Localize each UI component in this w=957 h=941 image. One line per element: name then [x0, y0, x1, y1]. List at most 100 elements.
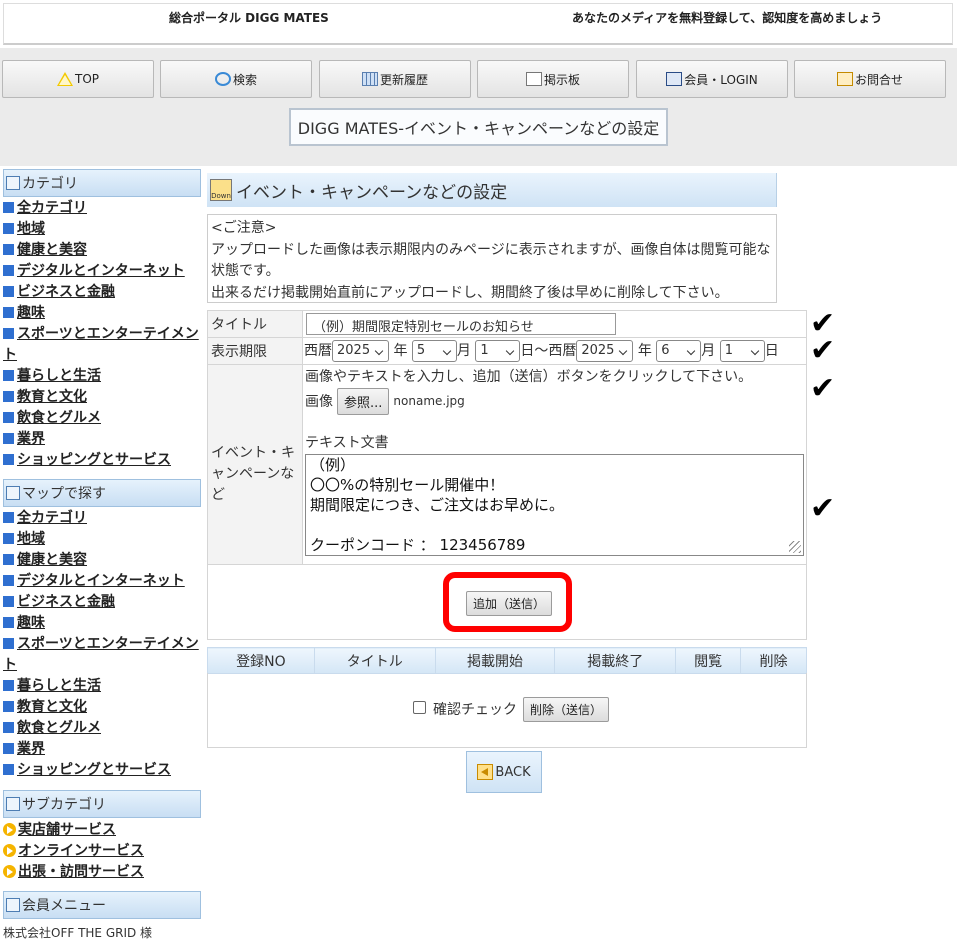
bullet-icon	[3, 370, 14, 381]
sidebar-item[interactable]: オンラインサービス	[3, 841, 203, 862]
arrow-right-icon	[3, 823, 16, 836]
mail-icon	[836, 72, 853, 86]
notice-line: アップロードした画像は表示期限内のみページに表示されますが、画像自体は閲覧可能な	[211, 241, 771, 258]
bullet-icon	[3, 307, 14, 318]
nav-label: 検索	[232, 72, 257, 87]
nav-board-button[interactable]: 掲示板	[477, 60, 629, 98]
bullet-icon	[3, 575, 14, 586]
sidebar-item[interactable]: 全カテゴリ	[3, 508, 203, 529]
back-button[interactable]: BACK	[466, 751, 542, 793]
nav-label: 更新履歴	[379, 72, 428, 87]
nav-label: TOP	[74, 72, 99, 86]
tree-icon	[6, 176, 20, 190]
bullet-icon	[3, 286, 14, 297]
sidebar-item[interactable]: 健康と美容	[3, 240, 203, 261]
bullet-icon	[3, 764, 14, 775]
bullet-icon	[3, 244, 14, 255]
column-header: 掲載終了	[554, 647, 677, 674]
sidebar-item[interactable]: スポーツとエンターテイメント	[3, 324, 203, 366]
sidebar-item[interactable]: 飲食とグルメ	[3, 718, 203, 739]
year-unit: 年	[393, 343, 408, 359]
confirm-checkbox[interactable]	[413, 701, 426, 714]
sidebar-map-heading: マップで探す	[3, 479, 201, 507]
sidebar-item[interactable]: ビジネスと金融	[3, 282, 203, 303]
nav-history-button[interactable]: 更新履歴	[319, 60, 471, 98]
sidebar-item[interactable]: 趣味	[3, 303, 203, 324]
nav-label: 掲示板	[543, 72, 580, 87]
bullet-icon	[3, 433, 14, 444]
page-title: DIGG MATES-イベント・キャンペーンなどの設定	[289, 108, 668, 146]
sidebar-item[interactable]: ショッピングとサービス	[3, 450, 203, 471]
bullet-icon	[3, 328, 14, 339]
sidebar-category-heading: カテゴリ	[3, 169, 201, 197]
sidebar-item[interactable]: 暮らしと生活	[3, 366, 203, 387]
instruction-text: 画像やテキストを入力し、追加（送信）ボタンをクリックして下さい。	[305, 369, 753, 385]
sidebar-item[interactable]: 業界	[3, 429, 203, 450]
month-unit: 月	[456, 343, 471, 359]
column-header: 閲覧	[675, 647, 742, 674]
back-arrow-icon	[477, 764, 494, 780]
sidebar-item[interactable]: 全カテゴリ	[3, 198, 203, 219]
registration-table: 登録NO タイトル 掲載開始 掲載終了 閲覧 削除	[207, 647, 807, 674]
notice-line: 状態です。	[211, 263, 280, 279]
sidebar-item[interactable]: 地域	[3, 529, 203, 550]
sidebar-item[interactable]: デジタルとインターネット	[3, 571, 203, 592]
nav-top-button[interactable]: TOP	[2, 60, 154, 98]
sidebar-item[interactable]: 出張・訪問サービス	[3, 862, 203, 883]
sidebar-item[interactable]: 飲食とグルメ	[3, 408, 203, 429]
sidebar-item[interactable]: 教育と文化	[3, 697, 203, 718]
event-form: タイトル （例）期間限定特別セールのお知らせ 表示期限 西暦 2025 年 5月 …	[207, 310, 807, 565]
search-icon	[214, 72, 231, 86]
column-header: 掲載開始	[434, 647, 556, 674]
end-day-select[interactable]: 1	[719, 340, 765, 362]
text-document-textarea[interactable]: （例） 〇〇%の特別セール開催中！ 期間限定につき、ご注文はお早めに。 クーポン…	[305, 454, 804, 556]
nav-label: お問合せ	[854, 72, 903, 87]
sidebar-subcategory-heading: サブカテゴリ	[3, 790, 201, 818]
end-month-select[interactable]: 6	[656, 340, 702, 362]
sidebar-item[interactable]: スポーツとエンターテイメント	[3, 634, 203, 676]
bullet-icon	[3, 391, 14, 402]
grid-icon	[361, 72, 378, 86]
nav-login-button[interactable]: 会員・LOGIN	[636, 60, 788, 98]
sidebar-item[interactable]: 教育と文化	[3, 387, 203, 408]
site-name[interactable]: 総合ポータル DIGG MATES	[169, 9, 329, 26]
bullet-icon	[3, 638, 14, 649]
sidebar-item[interactable]: 健康と美容	[3, 550, 203, 571]
sidebar-item[interactable]: 実店舗サービス	[3, 820, 203, 841]
down-icon: Down	[210, 179, 232, 201]
site-tagline: あなたのメディアを無料登録して、認知度を高めましょう	[572, 11, 883, 25]
column-header: タイトル	[313, 647, 436, 674]
confirm-label: 確認チェック	[433, 702, 517, 718]
bullet-icon	[3, 265, 14, 276]
main-nav: TOP 検索 更新履歴 掲示板 会員・LOGIN お問合せ	[2, 60, 952, 98]
sidebar-item[interactable]: 業界	[3, 739, 203, 760]
sidebar-subcategory-list: 実店舗サービス オンラインサービス 出張・訪問サービス	[3, 820, 203, 883]
member-card-icon	[666, 72, 683, 86]
bullet-icon	[3, 223, 14, 234]
nav-search-button[interactable]: 検索	[160, 60, 312, 98]
start-month-select[interactable]: 5	[411, 340, 457, 362]
resize-grip-icon[interactable]	[789, 541, 801, 553]
title-input[interactable]: （例）期間限定特別セールのお知らせ	[306, 313, 616, 335]
sidebar-item[interactable]: 暮らしと生活	[3, 676, 203, 697]
start-year-select[interactable]: 2025	[332, 340, 389, 362]
nav-contact-button[interactable]: お問合せ	[794, 60, 946, 98]
back-label: BACK	[495, 764, 531, 780]
end-year-select[interactable]: 2025	[576, 340, 634, 362]
sidebar-member-name: 株式会社OFF THE GRID 様	[3, 926, 153, 940]
sidebar-item[interactable]: ビジネスと金融	[3, 592, 203, 613]
era-label: 西暦	[304, 343, 332, 359]
sidebar-category-list: 全カテゴリ 地域 健康と美容 デジタルとインターネット ビジネスと金融 趣味 ス…	[3, 198, 203, 471]
notice-box: <ご注意> アップロードした画像は表示期限内のみページに表示されますが、画像自体…	[207, 214, 777, 303]
sidebar-item[interactable]: 地域	[3, 219, 203, 240]
notice-line: 出来るだけ掲載開始直前にアップロードし、期間終了後は早めに削除して下さい。	[211, 284, 729, 301]
sidebar-map-list: 全カテゴリ 地域 健康と美容 デジタルとインターネット ビジネスと金融 趣味 ス…	[3, 508, 203, 781]
sidebar-item[interactable]: ショッピングとサービス	[3, 760, 203, 781]
image-label: 画像	[305, 394, 333, 410]
sidebar-item[interactable]: デジタルとインターネット	[3, 261, 203, 282]
sidebar-item[interactable]: 趣味	[3, 613, 203, 634]
browse-button[interactable]: 参照...	[337, 387, 390, 415]
start-day-select[interactable]: 1	[475, 340, 521, 362]
text-label: テキスト文書	[305, 435, 389, 451]
delete-submit-button[interactable]: 削除（送信）	[523, 697, 610, 722]
